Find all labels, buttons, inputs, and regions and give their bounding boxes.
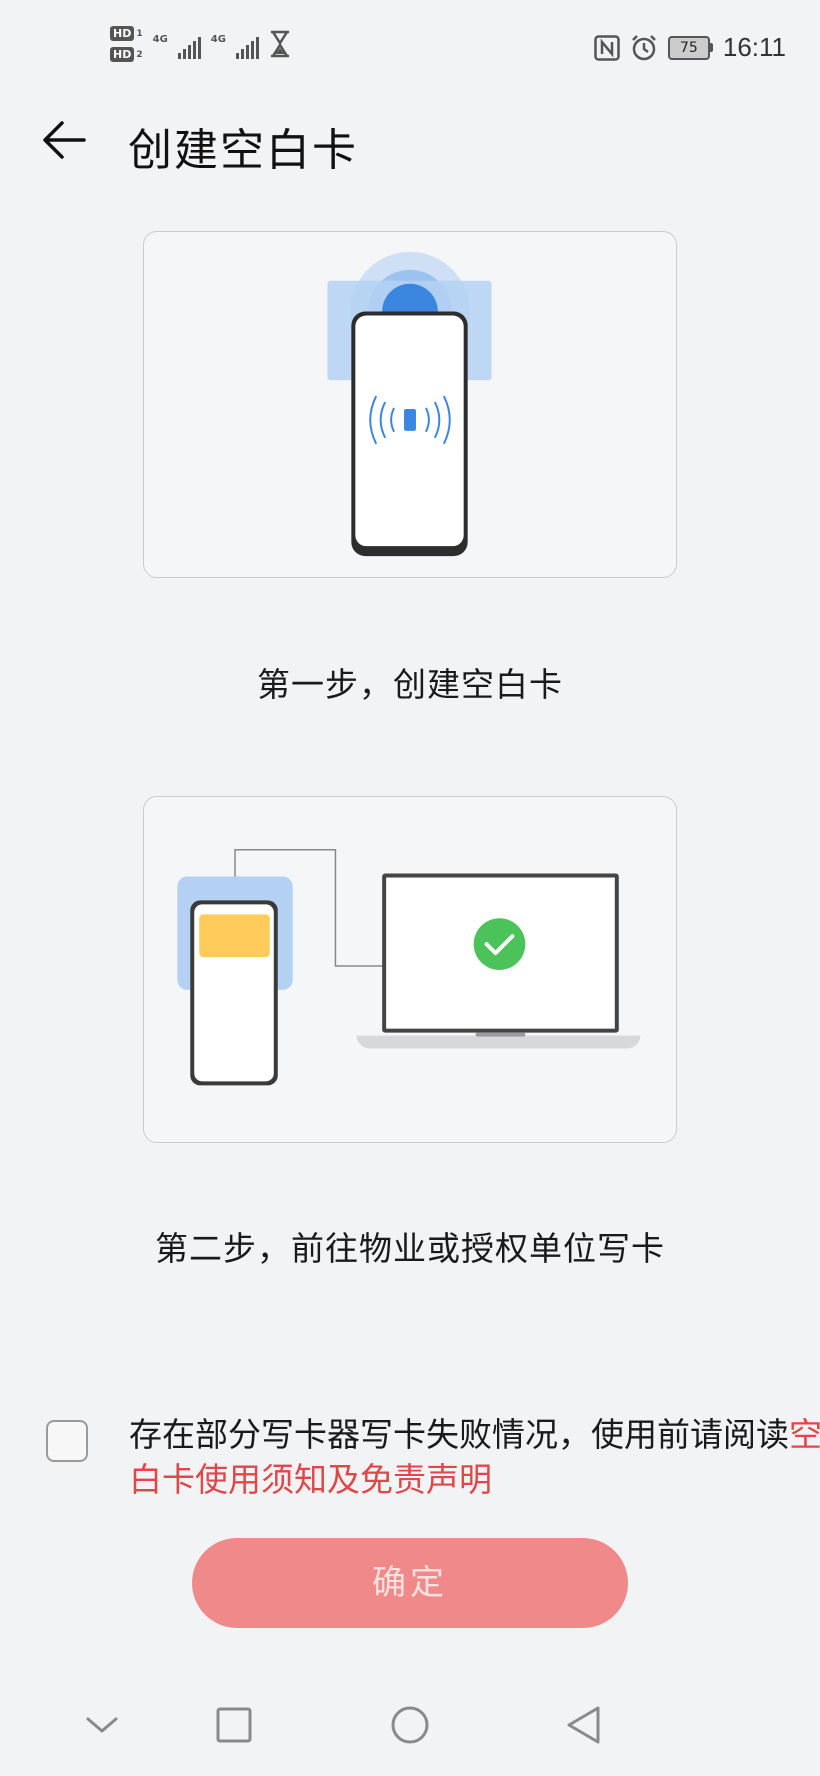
- circle-icon: [391, 1706, 429, 1744]
- sim1-index: 1: [136, 28, 143, 39]
- status-time: 16:11: [722, 32, 786, 62]
- system-nav-bar: [0, 1690, 820, 1770]
- app-bar: 创建空白卡: [0, 100, 820, 180]
- triangle-back-icon: [567, 1706, 600, 1744]
- nav-hide-button[interactable]: [67, 1690, 137, 1760]
- agreement-checkbox[interactable]: [46, 1420, 88, 1462]
- battery-icon: 75: [667, 35, 713, 60]
- chevron-down-icon: [86, 1717, 118, 1733]
- sim2-hd-indicator: HD 2: [110, 47, 143, 62]
- back-button[interactable]: [36, 112, 92, 168]
- step1-label: 第一步，创建空白卡: [257, 665, 563, 704]
- page-title: 创建空白卡: [128, 125, 358, 176]
- signal1-icon: [177, 35, 201, 59]
- sim1-hd-indicator: HD 1: [110, 26, 143, 41]
- agreement-notice: 存在部分写卡器写卡失败情况，使用前请阅读: [129, 1415, 789, 1454]
- step2-illustration: [143, 796, 677, 1143]
- nav-home-button[interactable]: [375, 1690, 445, 1760]
- phone-laptop-check-illustration: [177, 848, 641, 1086]
- arrow-left-icon: [43, 121, 86, 159]
- nav-back-button[interactable]: [548, 1690, 618, 1760]
- nav-recents-button[interactable]: [199, 1690, 269, 1760]
- square-icon: [216, 1707, 252, 1743]
- step1-illustration: [143, 231, 677, 578]
- sim2-index: 2: [136, 49, 143, 60]
- signal2-icon: [235, 35, 259, 59]
- network2-type: 4G: [210, 34, 226, 45]
- nfc-icon: [594, 34, 620, 61]
- battery-level: 75: [667, 35, 710, 60]
- alarm-icon: [631, 34, 656, 60]
- phone-tap-card-illustration: [327, 251, 492, 557]
- signal-group: HD 1 HD 2 4G 4G: [110, 26, 291, 62]
- confirm-button[interactable]: 确定: [192, 1538, 628, 1628]
- sim1-hd-label: HD: [110, 26, 135, 41]
- status-bar: HD 1 HD 2 4G 4G 75 16:11: [0, 0, 820, 100]
- step2-label: 第二步，前往物业或授权单位写卡: [155, 1229, 665, 1268]
- agreement-text: 存在部分写卡器写卡失败情况，使用前请阅读空白卡使用须知及免责声明: [129, 1412, 820, 1502]
- sim2-hd-label: HD: [110, 47, 135, 62]
- network1-type: 4G: [152, 34, 168, 45]
- status-icons-right: 75 16:11: [594, 32, 786, 63]
- hourglass-icon: [270, 30, 289, 58]
